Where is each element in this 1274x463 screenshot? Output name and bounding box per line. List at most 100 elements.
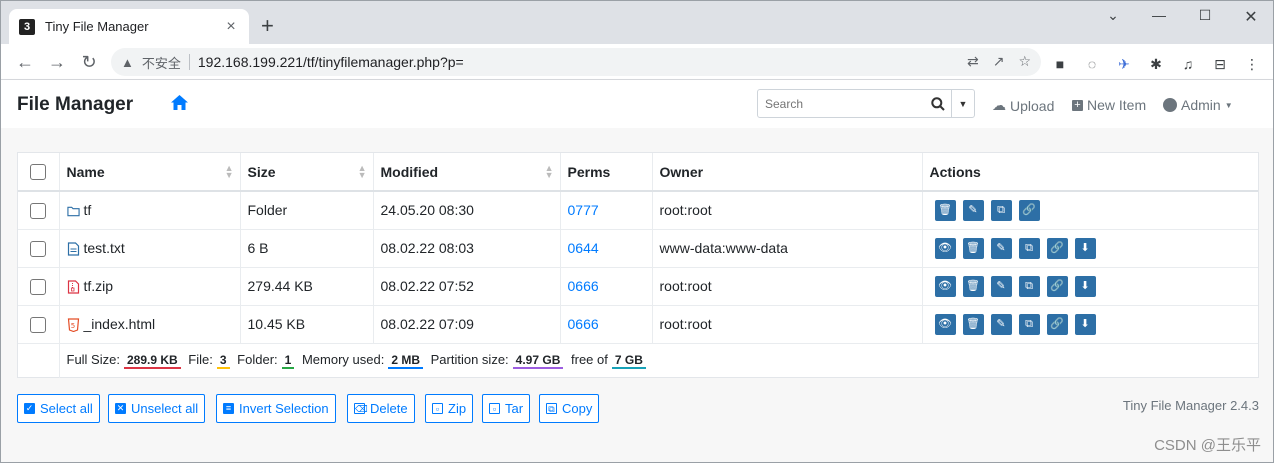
zip-label: Zip xyxy=(448,401,467,416)
file-name-cell: tf xyxy=(59,190,241,229)
view-icon[interactable]: 👁 xyxy=(934,275,956,297)
row-checkbox[interactable] xyxy=(30,202,47,219)
column-size[interactable]: Size ▲ ▼ xyxy=(240,153,374,192)
bird-extension-icon[interactable]: ✈ xyxy=(1115,55,1133,73)
media-icon[interactable]: ♫ xyxy=(1179,55,1197,73)
file-perms: 0666 xyxy=(560,304,653,343)
file-name-link[interactable]: test.txt xyxy=(84,240,125,256)
browser-toolbar: ← → ↻ ▲ 不安全 192.168.199.221/tf/tinyfilem… xyxy=(1,44,1273,80)
table-row: tf Folder 24.05.20 08:30 0777 root:root … xyxy=(18,190,1258,229)
perms-link[interactable]: 0777 xyxy=(568,202,599,218)
search-input[interactable] xyxy=(758,90,924,117)
delete-icon[interactable]: 🗑 xyxy=(962,237,984,259)
minimize-icon[interactable]: — xyxy=(1137,7,1181,27)
copy-icon[interactable]: ⧉ xyxy=(990,199,1012,221)
plus-square-icon: + xyxy=(1072,99,1083,111)
header-checkbox[interactable] xyxy=(30,164,47,181)
list-icon: ≡ xyxy=(223,403,234,414)
column-size-label: Size xyxy=(247,163,276,180)
copy-icon[interactable]: ⧉ xyxy=(1018,313,1040,335)
row-checkbox-cell xyxy=(18,228,60,267)
translate-icon[interactable]: ⇄ xyxy=(967,53,979,70)
puzzle-icon[interactable]: ✱ xyxy=(1147,55,1165,73)
file-name-cell: test.txt xyxy=(59,228,241,267)
invert-selection-button[interactable]: ≡ Invert Selection xyxy=(216,394,336,423)
view-icon[interactable]: 👁 xyxy=(934,237,956,259)
perms-link[interactable]: 0666 xyxy=(568,316,599,332)
profile-icon[interactable]: ⊟ xyxy=(1211,55,1229,73)
chevron-down-icon[interactable]: ⌄ xyxy=(1091,7,1135,27)
address-bar[interactable]: ▲ 不安全 192.168.199.221/tf/tinyfilemanager… xyxy=(111,48,1041,76)
copy-button[interactable]: ⧉ Copy xyxy=(539,394,600,423)
sort-icon: ▲ ▼ xyxy=(224,163,234,180)
link-icon[interactable]: 🔗 xyxy=(1046,275,1068,297)
forward-icon[interactable]: → xyxy=(45,50,69,74)
row-checkbox[interactable] xyxy=(30,240,47,257)
row-checkbox[interactable] xyxy=(30,278,47,295)
file-modified: 24.05.20 08:30 xyxy=(373,190,561,229)
svg-text:5: 5 xyxy=(70,322,74,330)
row-checkbox-cell xyxy=(18,266,60,305)
copy-icon[interactable]: ⧉ xyxy=(1018,275,1040,297)
delete-icon[interactable]: 🗑 xyxy=(962,275,984,297)
admin-dropdown[interactable]: Admin ▼ xyxy=(1163,97,1233,113)
perms-link[interactable]: 0644 xyxy=(568,240,599,256)
full-size-badge: 289.9 KB xyxy=(123,353,181,370)
share-icon[interactable]: ↗ xyxy=(993,53,1005,70)
mouse-extension-icon[interactable]: ◌ xyxy=(1083,55,1101,73)
file-name-link[interactable]: tf xyxy=(84,202,92,218)
search-options-dropdown[interactable]: ▼ xyxy=(952,90,974,117)
column-name[interactable]: Name ▲ ▼ xyxy=(59,153,241,192)
link-icon[interactable]: 🔗 xyxy=(1046,237,1068,259)
rename-icon[interactable]: ✎ xyxy=(990,313,1012,335)
home-icon[interactable] xyxy=(171,95,188,115)
rename-icon[interactable]: ✎ xyxy=(990,237,1012,259)
search-icon[interactable] xyxy=(924,90,952,117)
archive-icon: ▫ xyxy=(432,403,443,414)
upload-link[interactable]: ☁ Upload xyxy=(992,97,1054,114)
browser-tab[interactable]: 3 Tiny File Manager × xyxy=(9,9,249,44)
select-all-label: Select all xyxy=(40,401,93,416)
file-size: 6 B xyxy=(240,228,374,267)
delete-button[interactable]: ⌫ Delete xyxy=(347,394,415,423)
download-icon[interactable]: ⬇ xyxy=(1074,237,1096,259)
file-table-card: Name ▲ ▼ Size ▲ ▼ Modified ▲ ▼ Perms Owner Act… xyxy=(17,152,1259,378)
select-all-button[interactable]: ✓ Select all xyxy=(17,394,100,423)
row-checkbox[interactable] xyxy=(30,316,47,333)
file-name-cell: tf.zip xyxy=(59,266,241,305)
extension-icon[interactable]: ■ xyxy=(1051,55,1069,73)
file-perms: 0777 xyxy=(560,190,653,229)
reload-icon[interactable]: ↻ xyxy=(77,50,101,74)
download-icon[interactable]: ⬇ xyxy=(1074,275,1096,297)
link-icon[interactable]: 🔗 xyxy=(1046,313,1068,335)
summary-cell: Full Size: 289.9 KB File: 3 Folder: 1 Memor… xyxy=(59,342,1258,378)
folder-count-badge: 1 xyxy=(281,353,295,370)
column-modified[interactable]: Modified ▲ ▼ xyxy=(373,153,561,192)
delete-icon[interactable]: 🗑 xyxy=(962,313,984,335)
window-close-icon[interactable]: ✕ xyxy=(1229,7,1273,27)
file-name-link[interactable]: _index.html xyxy=(84,316,156,332)
file-name-link[interactable]: tf.zip xyxy=(84,278,114,294)
total-badge: 7 GB xyxy=(611,353,646,370)
rename-icon[interactable]: ✎ xyxy=(962,199,984,221)
new-item-link[interactable]: + New Item xyxy=(1072,97,1146,113)
download-icon[interactable]: ⬇ xyxy=(1074,313,1096,335)
copy-icon[interactable]: ⧉ xyxy=(1018,237,1040,259)
new-tab-icon[interactable]: + xyxy=(261,15,274,37)
tar-button[interactable]: ▫ Tar xyxy=(482,394,531,423)
maximize-icon[interactable]: ☐ xyxy=(1183,7,1227,27)
delete-icon[interactable]: 🗑 xyxy=(934,199,956,221)
sort-icon: ▲ ▼ xyxy=(357,163,367,180)
back-icon[interactable]: ← xyxy=(13,50,37,74)
zip-button[interactable]: ▫ Zip xyxy=(425,394,474,423)
perms-link[interactable]: 0666 xyxy=(568,278,599,294)
close-icon[interactable]: × xyxy=(223,18,239,35)
brand-title[interactable]: File Manager xyxy=(17,94,133,116)
menu-kebab-icon[interactable]: ⋮ xyxy=(1243,55,1261,73)
link-icon[interactable]: 🔗 xyxy=(1018,199,1040,221)
bookmark-star-icon[interactable]: ☆ xyxy=(1018,53,1031,70)
rename-icon[interactable]: ✎ xyxy=(990,275,1012,297)
view-icon[interactable]: 👁 xyxy=(934,313,956,335)
unselect-all-button[interactable]: ✕ Unselect all xyxy=(108,394,206,423)
invert-selection-label: Invert Selection xyxy=(239,401,329,416)
